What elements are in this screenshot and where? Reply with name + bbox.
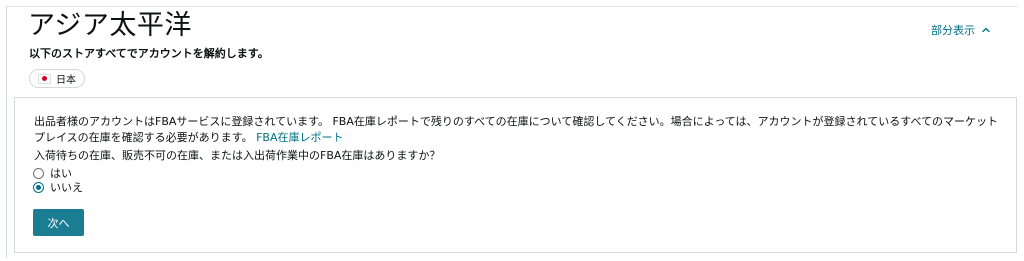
chevron-up-icon: [982, 27, 990, 33]
partial-view-toggle-label: 部分表示: [931, 24, 975, 37]
fba-info-message: 出品者様のアカウントはFBAサービスに登録されています。 FBA在庫レポートで残…: [34, 115, 999, 144]
close-account-subtitle: 以下のストアすべてでアカウントを解約します。: [29, 47, 269, 60]
fba-question: 入荷待ちの在庫、販売不可の在庫、または入出荷作業中のFBA在庫はありますか？: [34, 149, 441, 162]
radio-no[interactable]: [33, 181, 44, 193]
next-button[interactable]: 次へ: [33, 209, 84, 236]
fba-inventory-report-link[interactable]: FBA在庫レポート: [256, 131, 343, 144]
radio-option-no[interactable]: いいえ: [33, 179, 83, 195]
fba-inventory-panel: 出品者様のアカウントはFBAサービスに登録されています。 FBA在庫レポートで残…: [14, 97, 1017, 253]
radio-yes[interactable]: [33, 167, 44, 179]
japan-flag-icon: [38, 73, 51, 84]
partial-view-toggle[interactable]: 部分表示: [931, 22, 991, 38]
radio-no-label: いいえ: [50, 181, 83, 194]
store-chip-japan: 日本: [29, 69, 85, 88]
fba-info-text: 出品者様のアカウントはFBAサービスに登録されています。 FBA在庫レポートで残…: [34, 114, 1009, 146]
region-title: アジア太平洋: [28, 10, 192, 41]
store-chip-label: 日本: [56, 75, 76, 86]
